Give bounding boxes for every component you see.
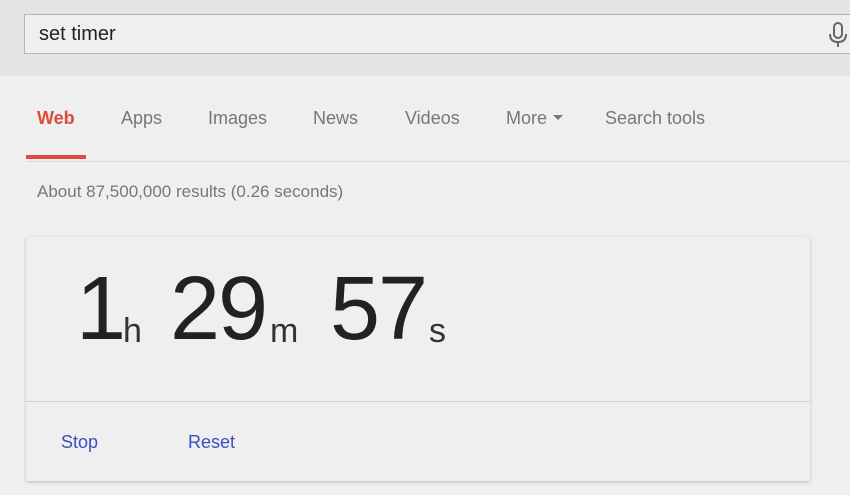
timer-seconds: 57: [330, 259, 428, 359]
search-query-text[interactable]: set timer: [39, 23, 116, 46]
timer-hours-unit: h: [123, 312, 142, 350]
reset-button[interactable]: Reset: [188, 432, 235, 453]
timer-minutes-unit: m: [270, 312, 299, 350]
stop-button[interactable]: Stop: [61, 432, 98, 453]
search-nav-tabs: Web Apps Images News Videos More Search …: [0, 76, 850, 162]
tab-videos[interactable]: Videos: [405, 108, 460, 129]
timer-card-divider: [26, 401, 810, 402]
tab-web[interactable]: Web: [37, 108, 75, 129]
caret-down-icon: [553, 114, 564, 120]
search-input[interactable]: set timer: [24, 14, 850, 54]
results-stats: About 87,500,000 results (0.26 seconds): [37, 182, 344, 201]
tab-apps[interactable]: Apps: [121, 108, 162, 129]
active-tab-indicator: [26, 155, 86, 159]
tab-search-tools[interactable]: Search tools: [605, 108, 705, 129]
tab-more[interactable]: More: [506, 108, 564, 129]
search-results-page: set timer Web Apps Images News Videos Mo…: [0, 0, 850, 495]
tab-news[interactable]: News: [313, 108, 358, 129]
timer-minutes: 29: [170, 259, 268, 359]
timer-seconds-unit: s: [429, 312, 446, 350]
nav-divider: [26, 161, 850, 162]
microphone-icon[interactable]: [825, 21, 850, 49]
timer-card: 1 h 29 m 57 s Stop Reset: [26, 237, 810, 481]
search-header: set timer: [0, 0, 850, 76]
timer-hours: 1: [76, 259, 126, 359]
tab-images[interactable]: Images: [208, 108, 267, 129]
tab-more-label: More: [506, 108, 548, 128]
